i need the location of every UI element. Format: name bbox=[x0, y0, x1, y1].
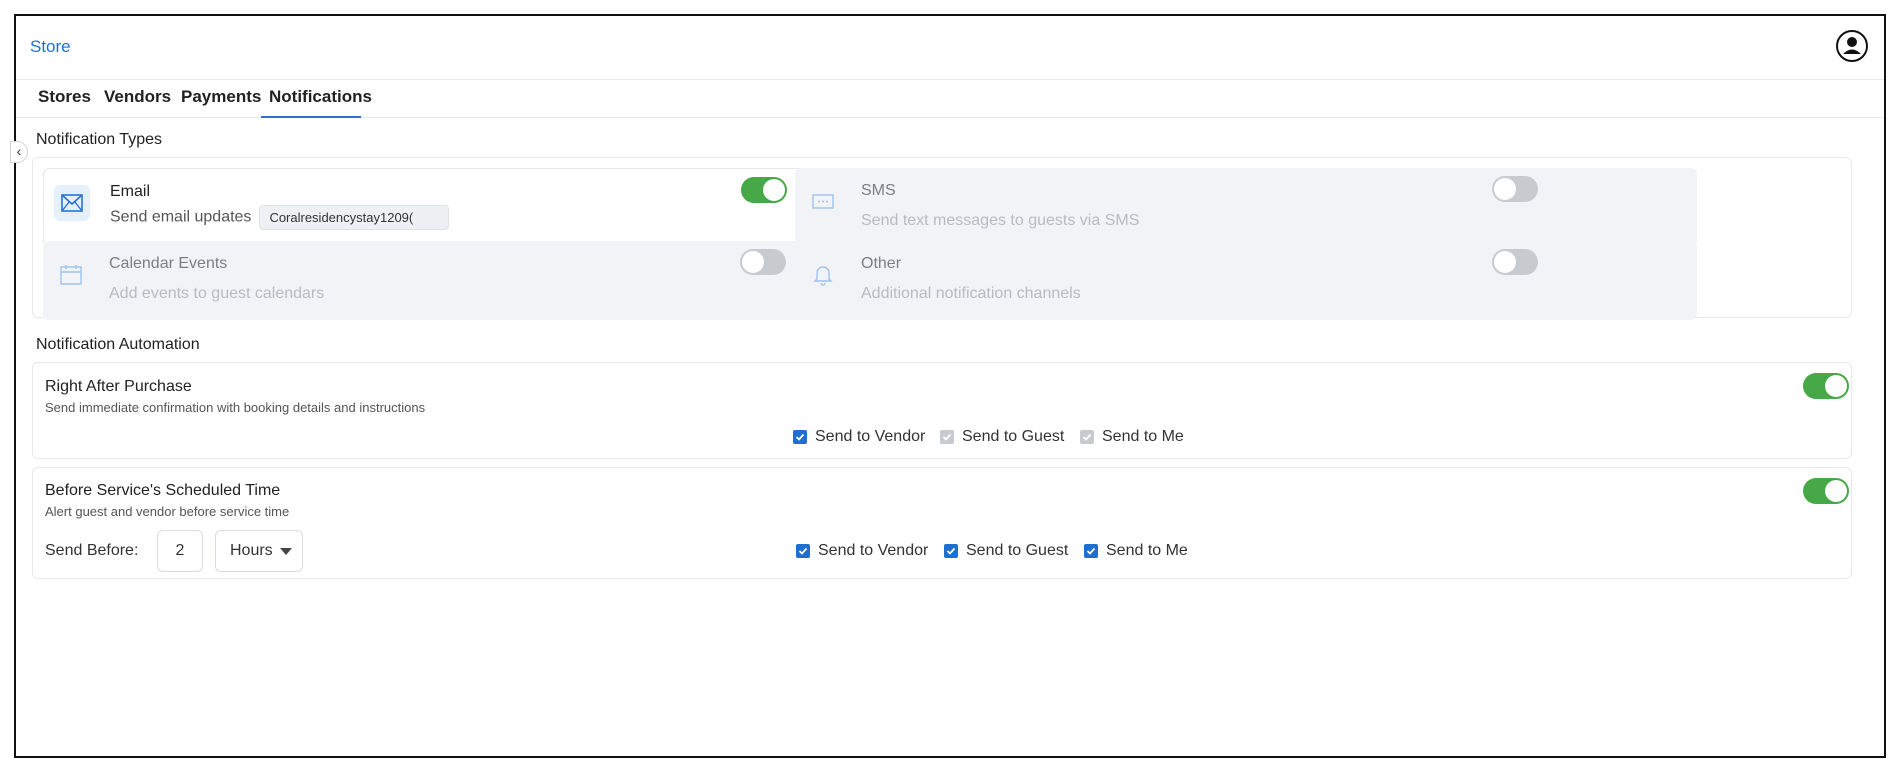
email-toggle[interactable] bbox=[741, 177, 787, 203]
sms-description: Send text messages to guests via SMS bbox=[861, 212, 1140, 229]
checkmark-icon bbox=[1080, 430, 1094, 444]
other-toggle[interactable] bbox=[1492, 249, 1538, 275]
checkbox-label: Send to Vendor bbox=[815, 428, 926, 445]
tab-vendors[interactable]: Vendors bbox=[104, 80, 171, 118]
tab-stores[interactable]: Stores bbox=[38, 80, 91, 118]
calendar-toggle[interactable] bbox=[740, 249, 786, 275]
bell-icon bbox=[805, 257, 841, 293]
sms-title: SMS bbox=[861, 182, 896, 199]
checkmark-icon bbox=[796, 544, 810, 558]
app-window: Store Stores Vendors Payments Notificati… bbox=[10, 14, 1886, 758]
other-card: Other Additional notification channels bbox=[795, 241, 1697, 320]
send-to-vendor-checkbox[interactable]: Send to Vendor bbox=[793, 428, 925, 446]
user-circle-icon[interactable] bbox=[1834, 28, 1870, 64]
before-service-toggle[interactable] bbox=[1803, 478, 1849, 504]
toggle-knob bbox=[763, 179, 785, 201]
collapse-sidebar-chevron-icon[interactable]: ‹ bbox=[10, 141, 28, 163]
toggle-knob bbox=[1494, 178, 1516, 200]
rule-description: Alert guest and vendor before service ti… bbox=[45, 504, 290, 519]
tab-notifications[interactable]: Notifications bbox=[261, 80, 372, 118]
caret-down-icon bbox=[280, 548, 292, 555]
checkmark-icon bbox=[1084, 544, 1098, 558]
email-title: Email bbox=[110, 183, 151, 200]
calendar-title: Calendar Events bbox=[109, 255, 228, 272]
envelope-icon bbox=[54, 185, 90, 221]
calendar-description: Add events to guest calendars bbox=[109, 285, 325, 302]
checkmark-icon bbox=[793, 430, 807, 444]
notification-types-title: Notification Types bbox=[36, 131, 162, 148]
send-before-value-input[interactable]: 2 bbox=[157, 530, 203, 572]
email-description: Send email updates Coralresidencystay1209… bbox=[110, 205, 450, 230]
checkbox-label: Send to Guest bbox=[966, 542, 1069, 559]
toggle-knob bbox=[1825, 480, 1847, 502]
email-address-field[interactable]: Coralresidencystay1209( bbox=[259, 205, 450, 230]
rule-title: Right After Purchase bbox=[45, 378, 192, 395]
sms-toggle[interactable] bbox=[1492, 176, 1538, 202]
checkbox-label: Send to Guest bbox=[962, 428, 1065, 445]
store-link[interactable]: Store bbox=[30, 37, 71, 57]
toggle-knob bbox=[1825, 375, 1847, 397]
other-title: Other bbox=[861, 255, 902, 272]
calendar-icon bbox=[53, 257, 89, 293]
other-description: Additional notification channels bbox=[861, 285, 1081, 302]
send-before-label: Send Before: bbox=[45, 542, 139, 559]
sms-card: SMS Send text messages to guests via SMS bbox=[795, 168, 1697, 247]
before-service-panel: Before Service's Scheduled Time Alert gu… bbox=[32, 467, 1852, 579]
send-to-me-checkbox[interactable]: Send to Me bbox=[1084, 542, 1188, 560]
notification-types-panel: Email Send email updates Coralresidencyst… bbox=[32, 157, 1852, 320]
checkmark-icon bbox=[940, 430, 954, 444]
right-after-purchase-toggle[interactable] bbox=[1803, 373, 1849, 399]
send-to-vendor-checkbox[interactable]: Send to Vendor bbox=[796, 542, 928, 560]
checkbox-label: Send to Me bbox=[1102, 428, 1184, 445]
checkbox-label: Send to Me bbox=[1106, 542, 1188, 559]
toggle-knob bbox=[1494, 251, 1516, 273]
send-to-guest-checkbox[interactable]: Send to Guest bbox=[944, 542, 1068, 560]
rule-title: Before Service's Scheduled Time bbox=[45, 482, 281, 499]
message-icon bbox=[805, 184, 841, 220]
checkmark-icon bbox=[944, 544, 958, 558]
send-to-me-checkbox[interactable]: Send to Me bbox=[1080, 428, 1184, 446]
notification-automation-title: Notification Automation bbox=[36, 336, 200, 353]
right-after-purchase-panel: Right After Purchase Send immediate conf… bbox=[32, 362, 1852, 459]
toggle-knob bbox=[742, 251, 764, 273]
send-to-guest-checkbox[interactable]: Send to Guest bbox=[940, 428, 1064, 446]
checkbox-label: Send to Vendor bbox=[818, 542, 929, 559]
tab-bar: Stores Vendors Payments Notifications bbox=[16, 80, 1884, 118]
send-before-unit-select[interactable]: Hours bbox=[215, 530, 303, 572]
top-bar: Store bbox=[16, 16, 1884, 80]
tab-payments[interactable]: Payments bbox=[181, 80, 261, 118]
select-value: Hours bbox=[230, 542, 273, 559]
rule-description: Send immediate confirmation with booking… bbox=[45, 400, 426, 415]
email-description-text: Send email updates bbox=[110, 208, 252, 226]
